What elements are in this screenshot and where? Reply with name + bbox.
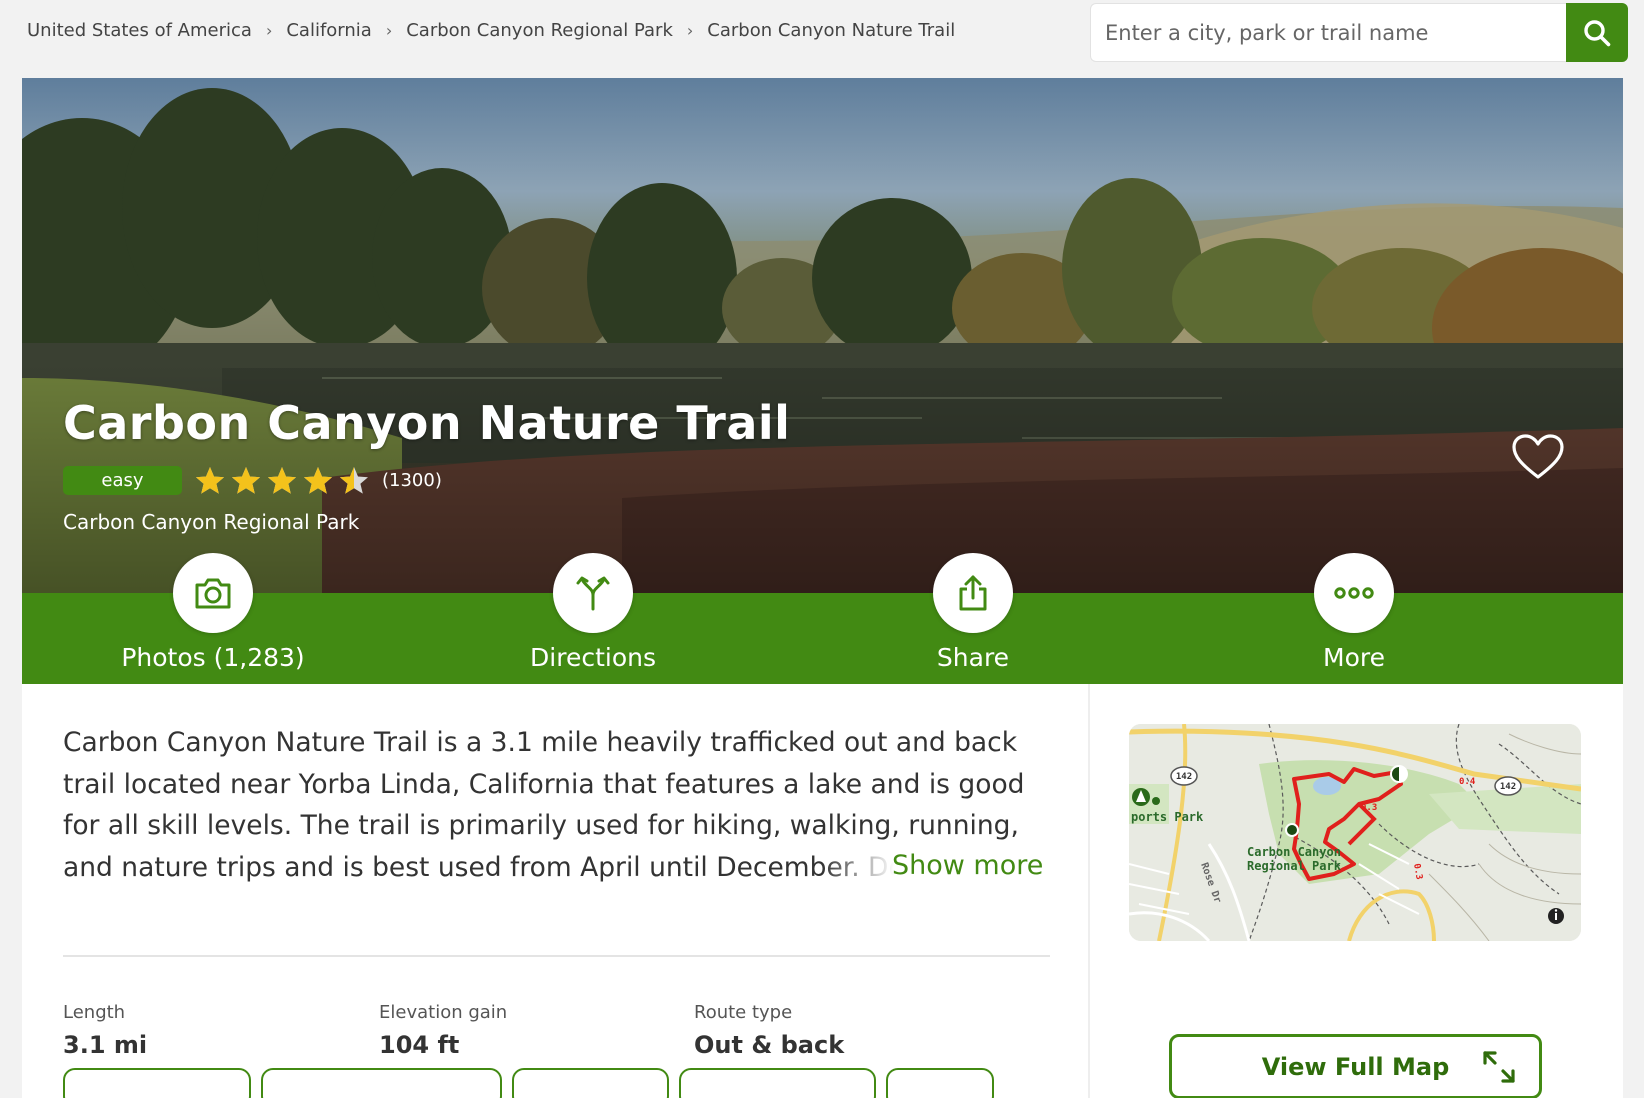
map-labels: 142 142 ports Park Carbon Canyon Regiona… — [1131, 772, 1516, 905]
difficulty-badge: easy — [63, 465, 182, 495]
stat-route-type-label: Route type — [694, 1002, 793, 1023]
more-button[interactable] — [1314, 553, 1394, 633]
expand-icon — [1483, 1051, 1515, 1083]
star-icon — [304, 467, 332, 494]
heart-icon[interactable] — [1511, 433, 1565, 481]
breadcrumb-trail[interactable]: Carbon Canyon Nature Trail — [707, 20, 955, 41]
search-input[interactable] — [1090, 3, 1566, 62]
view-full-map-button[interactable]: View Full Map — [1169, 1034, 1542, 1098]
map-label-distance: 0.3 — [1411, 863, 1424, 881]
share-label: Share — [936, 643, 1010, 672]
more-dots-icon — [1334, 587, 1374, 599]
directions-action[interactable]: Directions — [473, 553, 713, 672]
map-label-street: Rose Dr — [1198, 861, 1223, 904]
more-label: More — [1323, 643, 1385, 672]
star-icon — [268, 467, 296, 494]
share-icon — [959, 575, 987, 611]
stat-length: Length 3.1 mi — [63, 1002, 147, 1059]
directions-button[interactable] — [553, 553, 633, 633]
search-bar — [1090, 3, 1628, 62]
star-icon — [232, 467, 260, 494]
breadcrumb-separator: › — [686, 21, 694, 40]
map-label-route-shield: 142 — [1176, 772, 1192, 782]
stat-length-label: Length — [63, 1002, 126, 1023]
star-icon — [340, 467, 368, 494]
stat-elevation: Elevation gain 104 ft — [379, 1002, 507, 1059]
map-label-sports-park: ports Park — [1131, 810, 1204, 824]
directions-label: Directions — [530, 643, 656, 672]
action-bar: Photos (1,283) Directions Share More — [22, 553, 1623, 684]
show-more-link[interactable]: Show more — [892, 850, 1043, 881]
review-count[interactable]: (1300) — [382, 470, 442, 491]
photos-label: Photos (1,283) — [121, 643, 305, 672]
breadcrumb: United States of America › California › … — [27, 20, 955, 41]
hero-photo: Carbon Canyon Nature Trail easy (1300) C… — [22, 78, 1623, 593]
map-label-route-shield: 142 — [1500, 782, 1516, 792]
park-link[interactable]: Carbon Canyon Regional Park — [63, 510, 359, 534]
breadcrumb-country[interactable]: United States of America — [27, 20, 252, 41]
trail-title: Carbon Canyon Nature Trail — [63, 396, 791, 450]
map-label-distance: 0.3 — [1361, 803, 1377, 813]
map-label-park-name: Regional Park — [1247, 859, 1342, 873]
camera-icon — [195, 578, 231, 609]
stat-elevation-label: Elevation gain — [379, 1002, 508, 1023]
map-label-distance: 0.4 — [1459, 777, 1476, 787]
share-button[interactable] — [933, 553, 1013, 633]
share-action[interactable]: Share — [853, 553, 1093, 672]
stat-elevation-value: 104 ft — [379, 1031, 460, 1059]
star-rating[interactable] — [194, 465, 374, 495]
trail-card: Carbon Canyon Nature Trail easy (1300) C… — [22, 78, 1623, 1098]
section-divider — [63, 955, 1050, 957]
search-icon — [1584, 19, 1611, 46]
view-full-map-label: View Full Map — [1261, 1052, 1450, 1081]
rating-row: easy (1300) — [63, 465, 442, 495]
map-label-park-name: Carbon Canyon — [1247, 845, 1341, 859]
directions-icon — [576, 576, 610, 611]
breadcrumb-separator: › — [385, 21, 393, 40]
breadcrumb-separator: › — [265, 21, 273, 40]
breadcrumb-park[interactable]: Carbon Canyon Regional Park — [406, 20, 673, 41]
search-button[interactable] — [1566, 3, 1628, 62]
top-bar: United States of America › California › … — [0, 0, 1644, 78]
trail-overview: Carbon Canyon Nature Trail is a 3.1 mile… — [22, 684, 1623, 1098]
stat-route-type: Route type Out & back — [694, 1002, 844, 1059]
stat-length-value: 3.1 mi — [63, 1031, 148, 1059]
trail-map-thumbnail[interactable]: 142 142 ports Park Carbon Canyon Regiona… — [1129, 724, 1581, 941]
stat-route-type-value: Out & back — [694, 1031, 845, 1059]
photos-action[interactable]: Photos (1,283) — [93, 553, 333, 672]
breadcrumb-state[interactable]: California — [286, 20, 371, 41]
more-action[interactable]: More — [1234, 553, 1474, 672]
column-divider — [1088, 684, 1090, 1098]
photos-button[interactable] — [173, 553, 253, 633]
star-icon — [196, 467, 224, 494]
